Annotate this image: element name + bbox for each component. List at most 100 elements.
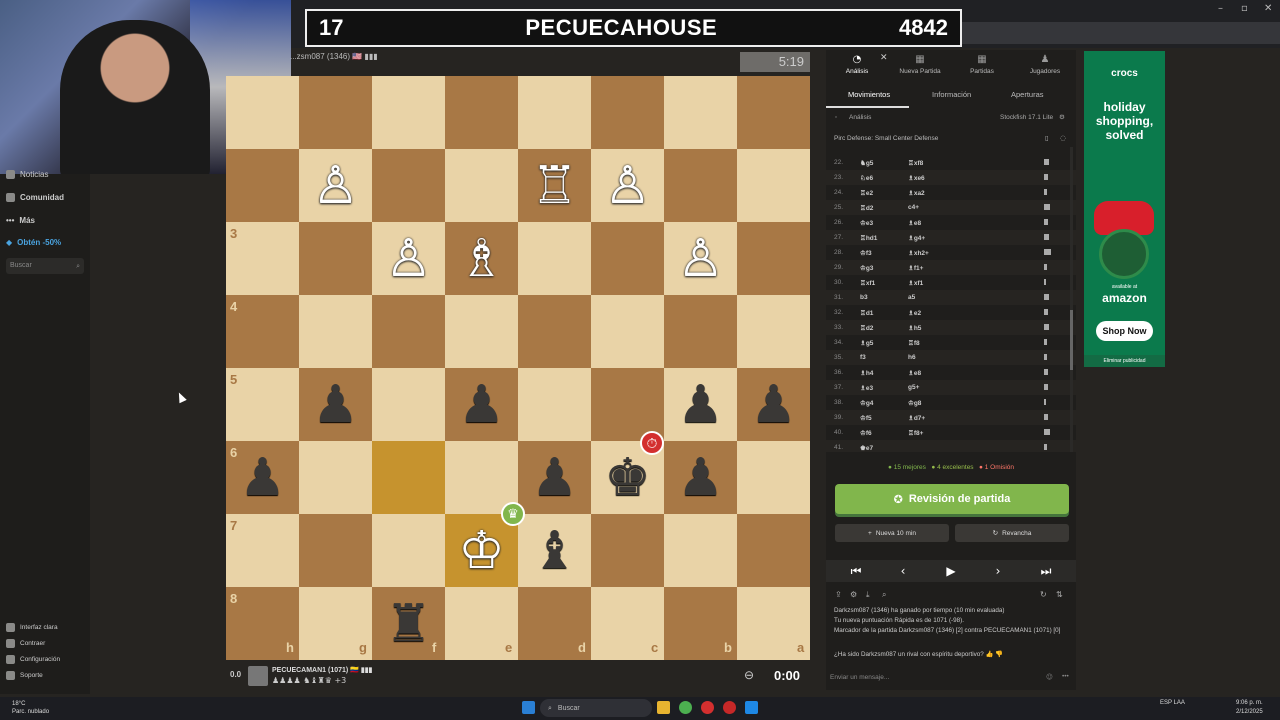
sidebar-search-input[interactable]: Buscar ⌕ xyxy=(6,258,84,274)
zoom-icon[interactable]: ⌕ xyxy=(882,590,886,600)
white-move[interactable]: ♚e7 xyxy=(860,444,873,452)
black-move[interactable]: ♗xh2+ xyxy=(908,249,929,257)
minimize-icon[interactable]: – xyxy=(1218,3,1223,14)
first-move-icon[interactable]: ⏮ xyxy=(836,562,876,580)
weather-widget[interactable]: 18°C Parc. nublado xyxy=(12,700,49,716)
move-row[interactable]: 36. ♗h4 ♗e8 xyxy=(826,365,1076,380)
share-icon[interactable]: ⇪ xyxy=(835,590,842,599)
board-square[interactable] xyxy=(445,76,518,149)
black-move[interactable]: ♖f8+ xyxy=(908,429,923,437)
nav-players[interactable]: ♟ Jugadores xyxy=(1020,54,1070,75)
move-row[interactable]: 28. ♔f3 ♗xh2+ xyxy=(826,245,1076,260)
move-row[interactable]: 22. ♞g5 ♖xf8 xyxy=(826,155,1076,170)
sidebar-item-premium[interactable]: ◆ Obtén -50% xyxy=(6,238,61,247)
black-move[interactable]: ♗d7+ xyxy=(908,414,925,422)
board-square[interactable] xyxy=(518,295,591,368)
white-move[interactable]: ♖xf1 xyxy=(860,279,875,287)
board-square[interactable] xyxy=(226,149,299,222)
app-icon[interactable] xyxy=(723,701,736,714)
black-move[interactable]: ♗e8 xyxy=(908,219,921,227)
new-game-button[interactable]: + Nueva 10 min xyxy=(835,524,949,542)
black-move[interactable]: ♗h5 xyxy=(908,324,921,332)
nav-games[interactable]: ▦ Partidas xyxy=(957,54,1007,75)
book-icon[interactable]: ▯ xyxy=(1045,134,1049,142)
board-square[interactable] xyxy=(299,76,372,149)
board-square[interactable] xyxy=(299,295,372,368)
move-row[interactable]: 29. ♔g3 ♗f1+ xyxy=(826,260,1076,275)
tab-moves[interactable]: Movimientos xyxy=(848,90,890,99)
move-row[interactable]: 30. ♖xf1 ♗xf1 xyxy=(826,275,1076,290)
moves-list[interactable]: 22. ♞g5 ♖xf8 23. ♘e6 ♗xe6 24. ♖e2 ♗xa2 25. ♖d2 c4+ 2… xyxy=(826,147,1076,452)
move-row[interactable]: 27. ♖hd1 ♗g4+ xyxy=(826,230,1076,245)
black-move[interactable]: c4+ xyxy=(908,204,919,211)
move-row[interactable]: 37. ♗e3 g5+ xyxy=(826,380,1076,395)
close-window-icon[interactable]: ✕ xyxy=(1264,3,1272,14)
board-square[interactable] xyxy=(664,149,737,222)
last-move-icon[interactable]: ⏭ xyxy=(1026,562,1066,580)
white-rook[interactable]: ♖ xyxy=(518,149,591,222)
board-square[interactable] xyxy=(445,149,518,222)
sidebar-item-community[interactable]: Comunidad xyxy=(6,193,64,202)
board-square[interactable] xyxy=(372,149,445,222)
refresh-icon[interactable]: ↻ xyxy=(1040,590,1047,599)
move-row[interactable]: 25. ♖d2 c4+ xyxy=(826,200,1076,215)
black-bishop[interactable]: ♝ xyxy=(518,514,591,587)
play-icon[interactable]: ▶ xyxy=(931,562,971,580)
white-pawn[interactable]: ♙ xyxy=(591,149,664,222)
sidebar-item-collapse[interactable]: Contraer xyxy=(6,639,45,648)
opening-name[interactable]: Pirc Defense: Small Center Defense xyxy=(834,135,938,142)
board-square[interactable] xyxy=(664,514,737,587)
black-pawn[interactable]: ♟ xyxy=(664,368,737,441)
white-move[interactable]: ♖d2 xyxy=(860,324,873,332)
file-explorer-icon[interactable] xyxy=(657,701,670,714)
board-square[interactable] xyxy=(372,295,445,368)
board-square[interactable] xyxy=(737,149,810,222)
chrome-icon[interactable] xyxy=(679,701,692,714)
white-move[interactable]: ♔g4 xyxy=(860,399,873,407)
tab-openings[interactable]: Aperturas xyxy=(1011,90,1044,99)
thumbs-up-icon[interactable]: 👍 xyxy=(986,651,994,658)
sidebar-item-news[interactable]: Noticias xyxy=(6,170,48,179)
emoji-icon[interactable]: ☺ xyxy=(1046,673,1053,681)
white-move[interactable]: ♗h4 xyxy=(860,369,873,377)
move-row[interactable]: 31. b3 a5 xyxy=(826,290,1076,305)
black-move[interactable]: g5+ xyxy=(908,384,919,391)
black-move[interactable]: ♗e2 xyxy=(908,309,921,317)
white-move[interactable]: ♞g5 xyxy=(860,159,873,167)
telegram-icon[interactable] xyxy=(745,701,758,714)
white-move[interactable]: ♖hd1 xyxy=(860,234,877,242)
black-move[interactable]: ♗xe6 xyxy=(908,174,925,182)
black-move[interactable]: ♖f8 xyxy=(908,339,920,347)
white-king[interactable]: ♔ xyxy=(445,514,518,587)
flip-board-icon[interactable]: ⇅ xyxy=(1056,590,1063,599)
black-move[interactable]: a5 xyxy=(908,294,915,301)
chat-input[interactable]: Enviar un mensaje... ☺ ••• xyxy=(826,670,1076,686)
white-move[interactable]: ♔e3 xyxy=(860,219,873,227)
white-bishop[interactable]: ♗ xyxy=(445,222,518,295)
maximize-icon[interactable]: ▫ xyxy=(1241,3,1248,14)
move-row[interactable]: 26. ♔e3 ♗e8 xyxy=(826,215,1076,230)
white-move[interactable]: ♗e3 xyxy=(860,384,873,392)
sidebar-item-more[interactable]: ••• Más xyxy=(6,216,35,225)
white-move[interactable]: ♖d2 xyxy=(860,204,873,212)
white-move[interactable]: b3 xyxy=(860,294,868,301)
board-square[interactable] xyxy=(518,222,591,295)
system-tray[interactable]: ESP LAA xyxy=(1160,700,1185,706)
white-move[interactable]: ♘e6 xyxy=(860,174,873,182)
download-icon[interactable]: ⤓ xyxy=(866,590,870,600)
black-move[interactable]: ♗e8 xyxy=(908,369,921,377)
board-square[interactable] xyxy=(372,441,445,514)
info-icon[interactable]: ◌ xyxy=(1060,134,1066,142)
remove-ads-link[interactable]: Eliminar publicidad xyxy=(1084,355,1165,367)
next-move-icon[interactable]: › xyxy=(978,562,1018,580)
close-icon[interactable]: ✕ xyxy=(880,52,888,63)
board-square[interactable] xyxy=(372,368,445,441)
board-square[interactable] xyxy=(591,514,664,587)
black-pawn[interactable]: ♟ xyxy=(737,368,810,441)
move-row[interactable]: 23. ♘e6 ♗xe6 xyxy=(826,170,1076,185)
white-pawn[interactable]: ♙ xyxy=(372,222,445,295)
board-square[interactable] xyxy=(445,295,518,368)
windows-start-icon[interactable] xyxy=(522,701,535,714)
black-move[interactable]: ♗g4+ xyxy=(908,234,925,242)
sidebar-item-light-ui[interactable]: Interfaz clara xyxy=(6,623,58,632)
